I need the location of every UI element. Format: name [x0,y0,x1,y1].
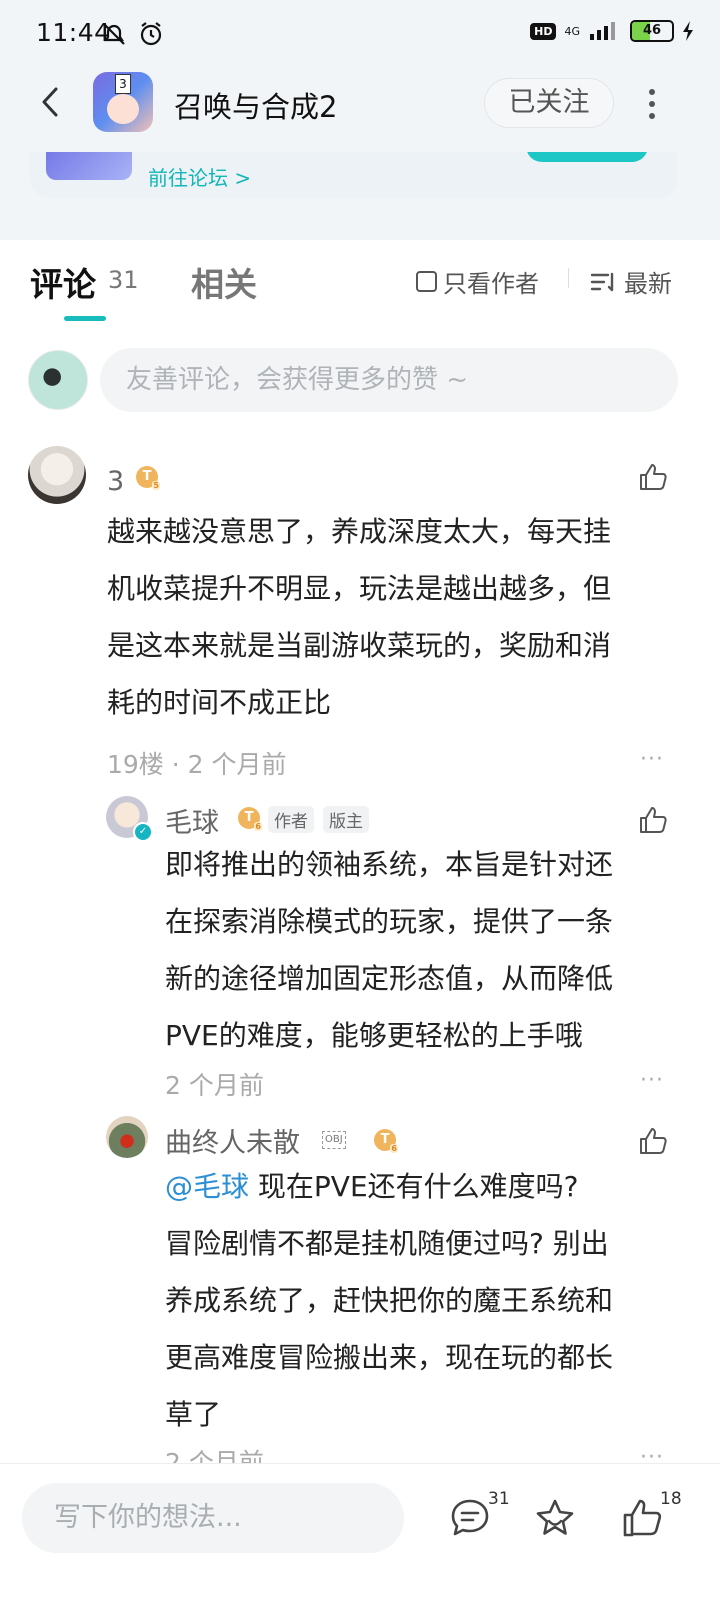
tab-related[interactable]: 相关 [191,258,257,306]
comment-bubble-icon[interactable] [448,1496,492,1540]
moderator-tag: 版主 [323,806,369,833]
avatar[interactable] [106,1116,148,1158]
hd-badge: HD [530,22,557,40]
author-tag: 作者 [268,806,314,833]
reply-username[interactable]: 曲终人未散 [165,1121,300,1160]
sort-label: 最新 [624,270,672,298]
tab-comments[interactable]: 评论 [30,258,96,306]
app-icon[interactable]: 3 [93,72,153,132]
signal-icon [590,22,615,40]
tab-bar: 评论 31 相关 只看作者 最新 [0,240,720,326]
filter-divider [568,268,569,288]
status-bar: 11:44 HD 4G 46 [0,0,720,70]
forum-promo-card[interactable]: 前往论坛 > [30,152,678,198]
more-options-icon[interactable]: ··· [640,1068,664,1093]
comment-username[interactable]: 3 [107,466,124,497]
like-icon[interactable] [638,462,668,492]
avatar[interactable] [28,446,86,504]
active-tab-indicator [64,316,106,321]
more-options-icon[interactable]: ··· [640,747,664,772]
reply-body: @毛球 现在PVE还有什么难度吗? 冒险剧情不都是挂机随便过吗? 别出 养成系统… [165,1170,614,1431]
sort-button[interactable]: 最新 [590,264,672,299]
write-comment-input[interactable]: 写下你的想法... [22,1483,404,1553]
level-badge: T6 [374,1129,398,1153]
app-title: 召唤与合成2 [174,90,338,124]
back-arrow-icon[interactable] [34,84,70,120]
comment-meta: 19楼 · 2 个月前 [107,750,287,779]
network-label: 4G [564,24,580,38]
mention-link[interactable]: @毛球 [165,1170,249,1203]
comment-count: 31 [488,1489,510,1509]
reply-username[interactable]: 毛球 [165,801,219,840]
verified-badge-icon: ✓ [133,822,153,842]
promo-button[interactable] [526,152,648,162]
like-icon[interactable] [638,805,668,835]
author-only-filter[interactable]: 只看作者 [416,264,539,299]
more-vertical-icon[interactable] [640,84,664,124]
comment-body: 越来越没意思了，养成深度太大，每天挂 机收菜提升不明显，玩法是越出越多，但 是这… [107,515,612,719]
my-avatar[interactable] [28,350,88,410]
star-icon[interactable] [533,1496,577,1540]
level-badge: T6 [238,807,262,831]
charging-icon [683,21,693,41]
author-only-checkbox[interactable] [416,271,437,292]
like-icon[interactable] [620,1496,664,1540]
app-icon-card: 3 [115,74,131,94]
author-only-label: 只看作者 [443,270,539,298]
battery-indicator: 46 [630,20,674,42]
alarm-icon [140,22,162,46]
header: 3 召唤与合成2 已关注 前往论坛 > [0,70,720,240]
like-count: 18 [660,1489,682,1509]
reply-body: 即将推出的领袖系统，本旨是针对还 在探索消除模式的玩家，提供了一条 新的途径增加… [165,848,614,1052]
like-icon[interactable] [638,1126,668,1156]
follow-button[interactable]: 已关注 [484,78,614,128]
reply-meta: 2 个月前 [165,1071,264,1100]
comment-input[interactable]: 友善评论，会获得更多的赞 ~ [100,348,678,412]
level-badge: T5 [136,466,160,490]
obj-placeholder: OBJ [322,1131,346,1149]
bottom-bar: 写下你的想法... 31 18 [0,1463,720,1601]
mute-icon [103,23,125,45]
promo-image [46,152,132,180]
sort-icon [590,272,614,291]
forum-link[interactable]: 前往论坛 > [148,162,251,191]
comments-count: 31 [108,266,139,294]
